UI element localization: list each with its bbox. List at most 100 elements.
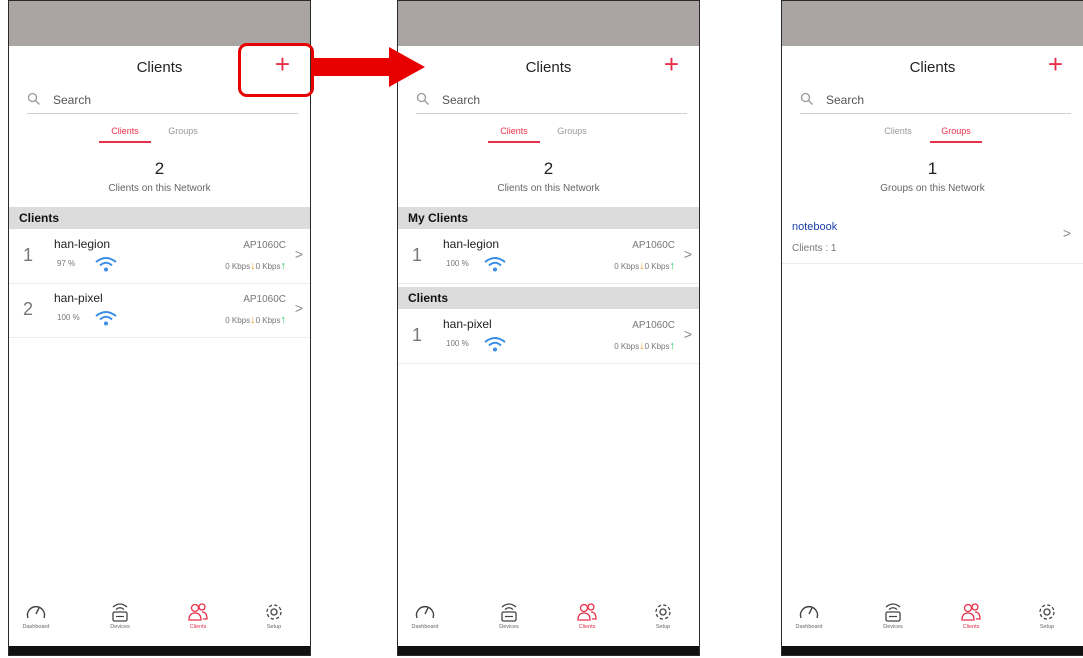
group-row[interactable]: notebook Clients : 1 >	[782, 213, 1083, 264]
client-row[interactable]: 1 han-legion 100 % AP1060C 0 Kbps↓0 Kbps…	[398, 231, 699, 284]
nav-devices[interactable]: Devices	[484, 601, 534, 630]
add-button-highlight	[238, 43, 314, 97]
system-nav-bar	[782, 646, 1083, 655]
traffic-rate: 0 Kbps↓0 Kbps↑	[225, 314, 286, 326]
phone-screen-clients: Clients + Clients Groups 2 Clients on th…	[8, 0, 311, 656]
gear-icon	[266, 604, 282, 620]
client-row[interactable]: 1 han-legion 97 % AP1060C 0 Kbps↓0 Kbps↑…	[9, 231, 310, 284]
search-input[interactable]	[826, 91, 1026, 109]
client-count: 2	[543, 159, 554, 178]
status-bar	[9, 1, 310, 46]
nav-setup[interactable]: Setup	[1022, 601, 1072, 630]
bottom-nav: Dashboard Devices Clients Setup	[9, 601, 310, 645]
tab-groups[interactable]: Groups	[546, 126, 598, 141]
tab-clients[interactable]: Clients	[488, 126, 540, 143]
nav-setup[interactable]: Setup	[638, 601, 688, 630]
search-input[interactable]	[53, 91, 253, 109]
access-point-name: AP1060C	[243, 294, 286, 305]
signal-strength: 100 %	[57, 313, 80, 322]
download-rate: 0 Kbps	[614, 262, 640, 271]
upload-arrow-icon: ↑	[280, 314, 287, 326]
nav-label: Devices	[499, 624, 519, 630]
add-button[interactable]: +	[1048, 49, 1063, 79]
tab-clients[interactable]: Clients	[99, 126, 151, 143]
status-bar	[782, 1, 1083, 46]
router-icon	[112, 603, 128, 622]
section-header-clients: Clients	[398, 287, 699, 309]
upload-rate: 0 Kbps	[644, 262, 670, 271]
speedometer-icon	[799, 605, 819, 619]
tab-bar: Clients Groups	[9, 126, 310, 146]
chevron-right-icon: >	[1062, 225, 1071, 241]
bottom-nav: Dashboard Devices Clients Setup	[398, 601, 699, 645]
gear-icon	[1039, 604, 1055, 620]
nav-label: Clients	[578, 624, 596, 630]
chevron-right-icon: >	[294, 300, 303, 316]
chevron-right-icon: >	[683, 246, 692, 262]
nav-label: Setup	[266, 624, 282, 630]
nav-clients[interactable]: Clients	[946, 601, 996, 630]
access-point-name: AP1060C	[632, 320, 675, 331]
upload-arrow-icon: ↑	[669, 260, 676, 272]
nav-devices[interactable]: Devices	[868, 601, 918, 630]
search-icon	[27, 92, 40, 105]
group-count: 1	[927, 159, 938, 178]
arrow-right-icon	[313, 47, 425, 87]
signal-strength: 100 %	[446, 339, 469, 348]
row-index: 2	[23, 299, 34, 319]
group-count-caption: Groups on this Network	[880, 183, 985, 194]
download-rate: 0 Kbps	[225, 316, 251, 325]
gear-icon	[655, 604, 671, 620]
router-icon	[885, 603, 901, 622]
access-point-name: AP1060C	[632, 240, 675, 251]
tab-clients[interactable]: Clients	[872, 126, 924, 141]
nav-label: Clients	[962, 624, 980, 630]
upload-rate: 0 Kbps	[644, 342, 670, 351]
search-icon	[416, 92, 429, 105]
client-count-caption: Clients on this Network	[497, 183, 600, 194]
search-bar	[416, 91, 687, 114]
nav-label: Setup	[655, 624, 671, 630]
traffic-rate: 0 Kbps↓0 Kbps↑	[614, 260, 675, 272]
row-index: 1	[412, 245, 423, 265]
wifi-icon	[95, 311, 117, 326]
client-name: han-legion	[443, 237, 500, 251]
client-row[interactable]: 1 han-pixel 100 % AP1060C 0 Kbps↓0 Kbps↑…	[398, 311, 699, 364]
signal-strength: 97 %	[57, 259, 76, 268]
wifi-icon	[95, 257, 117, 272]
group-client-count: Clients : 1	[792, 243, 837, 254]
system-nav-bar	[9, 646, 310, 655]
nav-dashboard[interactable]: Dashboard	[11, 601, 61, 630]
users-icon	[577, 603, 597, 621]
client-name: han-pixel	[443, 317, 492, 331]
traffic-rate: 0 Kbps↓0 Kbps↑	[614, 340, 675, 352]
group-name: notebook	[792, 221, 838, 233]
client-name: han-legion	[54, 237, 111, 251]
chevron-right-icon: >	[294, 246, 303, 262]
upload-rate: 0 Kbps	[255, 316, 281, 325]
nav-dashboard[interactable]: Dashboard	[784, 601, 834, 630]
row-index: 1	[412, 325, 423, 345]
router-icon	[501, 603, 517, 622]
nav-clients[interactable]: Clients	[562, 601, 612, 630]
phone-screen-groups: Clients + Clients Groups 1 Groups on thi…	[781, 0, 1083, 656]
search-input[interactable]	[442, 91, 642, 109]
nav-label: Devices	[883, 624, 903, 630]
tab-groups[interactable]: Groups	[930, 126, 982, 143]
wifi-icon	[484, 257, 506, 272]
nav-label: Clients	[189, 624, 207, 630]
users-icon	[961, 603, 981, 621]
nav-setup[interactable]: Setup	[249, 601, 299, 630]
nav-devices[interactable]: Devices	[95, 601, 145, 630]
page-title: Clients	[525, 59, 572, 76]
add-button[interactable]: +	[664, 49, 679, 79]
system-nav-bar	[398, 646, 699, 655]
client-row[interactable]: 2 han-pixel 100 % AP1060C 0 Kbps↓0 Kbps↑…	[9, 285, 310, 338]
client-count-caption: Clients on this Network	[108, 183, 211, 194]
status-bar	[398, 1, 699, 46]
tab-groups[interactable]: Groups	[157, 126, 209, 141]
nav-dashboard[interactable]: Dashboard	[400, 601, 450, 630]
nav-clients[interactable]: Clients	[173, 601, 223, 630]
upload-arrow-icon: ↑	[669, 340, 676, 352]
search-icon	[800, 92, 813, 105]
